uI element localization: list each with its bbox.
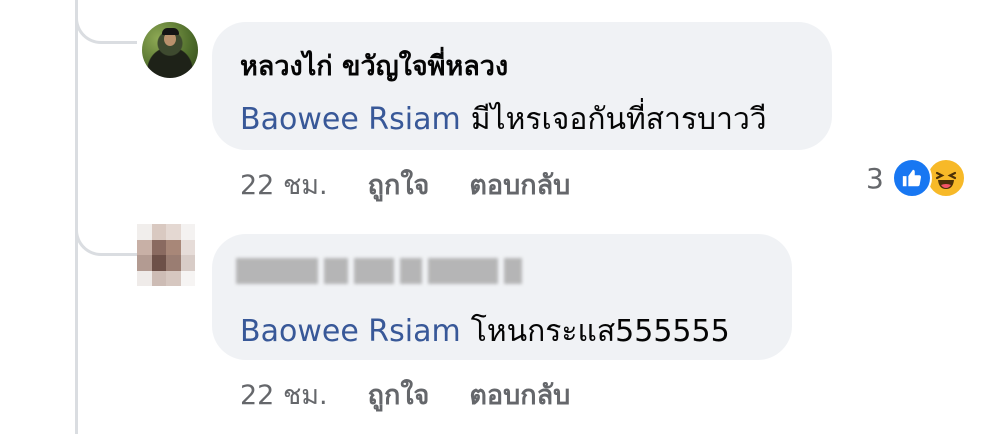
reply-connector (75, 226, 137, 256)
comment-body: โหนกระแส555555 (470, 314, 730, 349)
comment-bubble: Baowee Rsiam โหนกระแส555555 (212, 234, 792, 360)
comment-bubble: หลวงไก่ ขวัญใจพี่หลวง Baowee Rsiam มีไหรเ… (212, 22, 832, 150)
like-button[interactable]: ถูกใจ (368, 373, 430, 416)
avatar-pixelated[interactable] (137, 224, 195, 286)
comment-author-blurred[interactable] (236, 258, 522, 284)
timestamp[interactable]: 22 ชม. (240, 373, 328, 416)
reply-button[interactable]: ตอบกลับ (469, 163, 570, 206)
comment-body: มีไหรเจอกันที่สารบาววี (470, 102, 767, 137)
timestamp[interactable]: 22 ชม. (240, 163, 328, 206)
like-icon (891, 158, 932, 198)
avatar[interactable] (142, 22, 198, 78)
mention-link[interactable]: Baowee Rsiam (240, 314, 461, 349)
thread-line (75, 0, 78, 434)
comment-text: Baowee Rsiam โหนกระแส555555 (240, 308, 730, 355)
comment-author[interactable]: หลวงไก่ ขวัญใจพี่หลวง (240, 44, 508, 87)
haha-icon (925, 158, 966, 198)
avatar-cap (162, 28, 179, 35)
comment-text: Baowee Rsiam มีไหรเจอกันที่สารบาววี (240, 96, 767, 143)
reply-connector (75, 14, 137, 44)
comment-actions: 22 ชม. ถูกใจ ตอบกลับ (240, 163, 610, 206)
reaction-count: 3 (866, 161, 884, 195)
mention-link[interactable]: Baowee Rsiam (240, 102, 461, 137)
comment-actions: 22 ชม. ถูกใจ ตอบกลับ (240, 373, 610, 416)
like-button[interactable]: ถูกใจ (368, 163, 430, 206)
reply-button[interactable]: ตอบกลับ (469, 373, 570, 416)
reaction-summary[interactable]: 3 (866, 158, 966, 198)
